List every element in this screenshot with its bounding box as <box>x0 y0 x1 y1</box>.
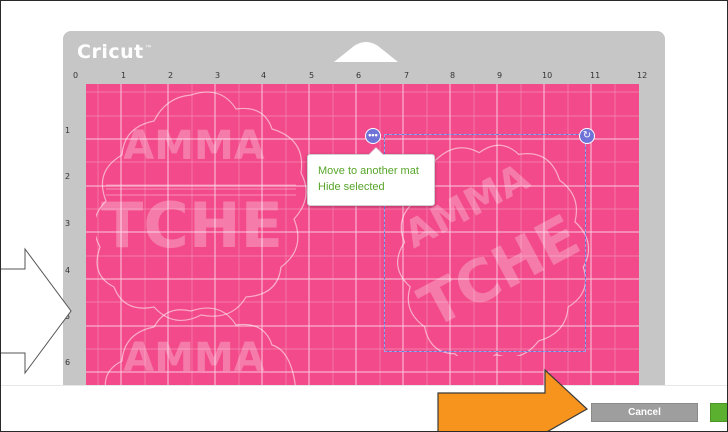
ruler-tick: 1 <box>65 126 71 135</box>
ruler-tick: 12 <box>637 71 648 80</box>
ruler-tick: 4 <box>261 71 267 80</box>
ruler-tick: 7 <box>404 71 410 80</box>
ruler-tick: 6 <box>356 71 362 80</box>
ruler-tick: 10 <box>542 71 553 80</box>
ruler-tick: 11 <box>590 71 601 80</box>
cancel-button[interactable]: Cancel <box>591 403 698 422</box>
design-left-line2: TCHE <box>101 189 283 262</box>
selection-context-menu: Move to another mat Hide selected <box>307 147 435 206</box>
menu-item-move-to-another-mat[interactable]: Move to another mat <box>318 163 424 179</box>
ruler-tick: 3 <box>215 71 221 80</box>
screenshot-frame: Cricut™ 0 1 2 3 4 5 6 7 8 9 10 11 12 1 2… <box>0 0 728 432</box>
menu-item-hide-selected[interactable]: Hide selected <box>318 179 424 195</box>
cricut-logo: Cricut™ <box>77 41 154 63</box>
design-left-line1-repeat: AMMA <box>123 335 265 381</box>
ruler-tick: 3 <box>65 219 71 228</box>
ruler-left: 1 2 3 4 5 6 <box>65 86 77 391</box>
ruler-tick: 4 <box>65 266 71 275</box>
ruler-tick: 5 <box>309 71 315 80</box>
more-options-icon[interactable]: ••• <box>365 128 381 144</box>
rotate-icon[interactable]: ↻ <box>579 128 595 144</box>
design-monogram-left[interactable]: AMMA TCHE AMMA <box>96 89 311 391</box>
ruler-tick: 6 <box>65 358 71 367</box>
continue-button[interactable] <box>710 403 727 422</box>
ruler-tick: 2 <box>168 71 174 80</box>
mat-hanger-icon <box>334 42 398 62</box>
ruler-tick: 2 <box>65 172 71 181</box>
ruler-tick: 0 <box>73 71 79 80</box>
ruler-top: 0 1 2 3 4 5 6 7 8 9 10 11 12 <box>73 71 655 84</box>
ruler-tick: 5 <box>65 312 71 321</box>
design-left-line1: AMMA <box>123 123 265 169</box>
ruler-tick: 8 <box>450 71 456 80</box>
ruler-tick: 9 <box>497 71 503 80</box>
ruler-tick: 1 <box>121 71 127 80</box>
